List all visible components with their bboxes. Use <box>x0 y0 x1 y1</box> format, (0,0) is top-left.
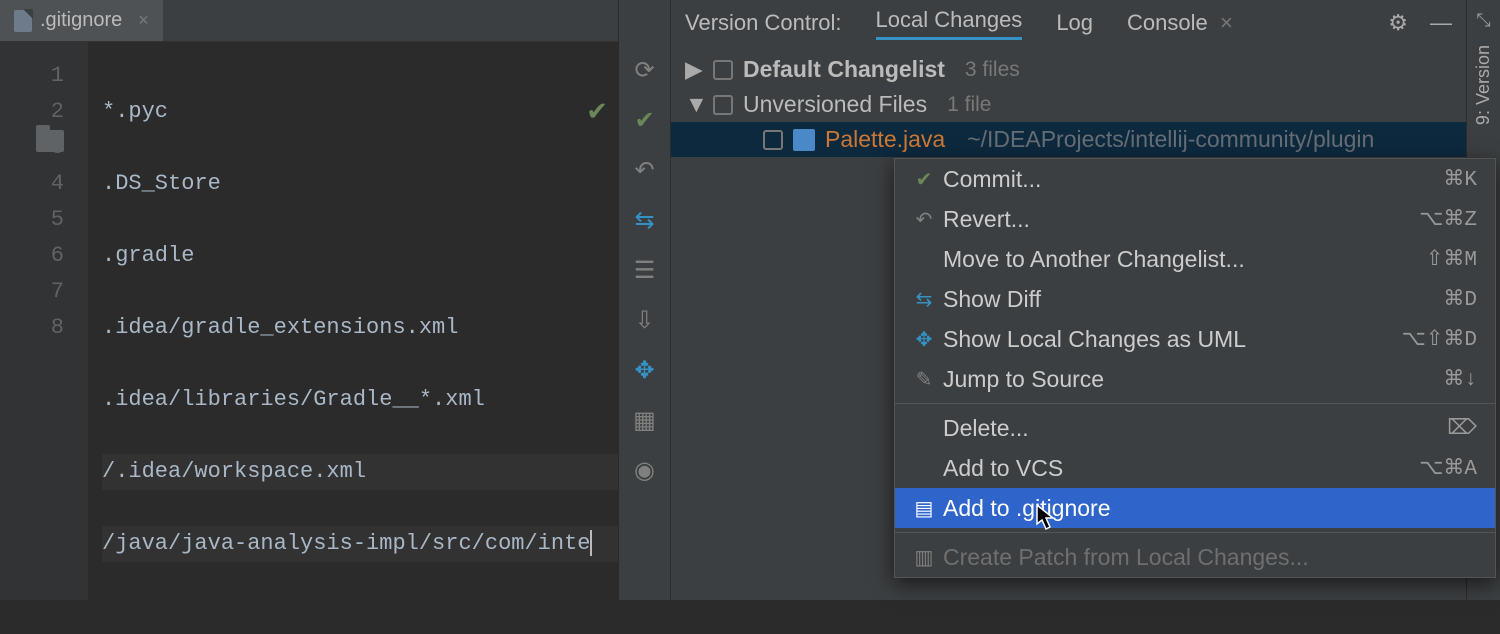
refresh-icon[interactable]: ⟳ <box>631 56 659 84</box>
shortcut: ⌥⌘Z <box>1419 206 1477 232</box>
tree-row-unversioned[interactable]: ▼ Unversioned Files 1 file <box>671 87 1466 122</box>
minimize-icon[interactable]: — <box>1430 10 1452 36</box>
menu-item-show-diff[interactable]: ⇆ Show Diff ⌘D <box>895 279 1495 319</box>
menu-item-commit[interactable]: ✔ Commit... ⌘K <box>895 159 1495 199</box>
changelist-count: 3 files <box>965 58 1020 82</box>
checkbox[interactable] <box>713 95 733 115</box>
menu-item-show-uml[interactable]: ✥ Show Local Changes as UML ⌥⇧⌘D <box>895 319 1495 359</box>
menu-item-revert[interactable]: ↶ Revert... ⌥⌘Z <box>895 199 1495 239</box>
shortcut: ⌥⇧⌘D <box>1402 326 1477 352</box>
editor-tab-filename: .gitignore <box>40 9 122 32</box>
expand-down-icon[interactable]: ▼ <box>685 91 703 118</box>
revert-icon: ↶ <box>909 207 939 232</box>
revert-icon[interactable]: ↶ <box>631 156 659 184</box>
expand-icon[interactable]: ▦ <box>631 406 659 434</box>
folder-icon <box>36 130 64 152</box>
diff-icon: ⇆ <box>909 287 939 312</box>
vc-title: Version Control: <box>685 10 842 36</box>
line-number: 7 <box>0 274 64 310</box>
tree-row-default-changelist[interactable]: ▶ Default Changelist 3 files <box>671 52 1466 87</box>
file-ignore-icon: ▤ <box>909 496 939 521</box>
editor-text[interactable]: *.pyc .DS_Store .gradle .idea/gradle_ext… <box>88 42 618 600</box>
changes-tree: ▶ Default Changelist 3 files ▼ Unversion… <box>671 46 1466 157</box>
menu-divider <box>895 532 1495 533</box>
shortcut: ⌘D <box>1443 286 1477 312</box>
file-ignore-icon <box>14 10 32 32</box>
menu-item-add-vcs[interactable]: Add to VCS ⌥⌘A <box>895 448 1495 488</box>
vc-toolbar: ⟳ ✔ ↶ ⇆ ☰ ⇩ ✥ ▦ ◉ <box>619 0 671 600</box>
shortcut: ⌘↓ <box>1443 366 1477 392</box>
preview-icon[interactable]: ◉ <box>631 456 659 484</box>
editor-tab-gitignore[interactable]: .gitignore × <box>0 0 163 41</box>
context-menu: ✔ Commit... ⌘K ↶ Revert... ⌥⌘Z Move to A… <box>894 158 1496 578</box>
menu-item-jump-source[interactable]: ✎ Jump to Source ⌘↓ <box>895 359 1495 399</box>
analysis-ok-icon: ✔ <box>586 96 608 127</box>
close-icon[interactable]: × <box>138 10 149 31</box>
checkbox[interactable] <box>713 60 733 80</box>
uml-icon: ✥ <box>909 327 939 352</box>
line-number: 4 <box>0 166 64 202</box>
patch-icon: ▥ <box>909 545 939 570</box>
line-number: 2 <box>0 94 64 130</box>
code-line: /java/java-analysis-impl/src/com/inte <box>102 526 618 562</box>
code-line: /.idea/workspace.xml <box>102 454 618 490</box>
line-number: 8 <box>0 310 64 346</box>
menu-item-move-changelist[interactable]: Move to Another Changelist... ⇧⌘M <box>895 239 1495 279</box>
checkbox[interactable] <box>763 130 783 150</box>
menu-item-delete[interactable]: Delete... ⌦ <box>895 408 1495 448</box>
tab-local-changes[interactable]: Local Changes <box>876 7 1023 40</box>
checkmark-icon: ✔ <box>909 167 939 192</box>
menu-divider <box>895 403 1495 404</box>
line-number: 6 <box>0 238 64 274</box>
code-line: *.pyc <box>102 94 618 130</box>
menu-item-create-patch: ▥ Create Patch from Local Changes... <box>895 537 1495 577</box>
gear-icon[interactable]: ⚙ <box>1388 10 1408 36</box>
changelist-icon[interactable]: ☰ <box>631 256 659 284</box>
tool-window-label-version[interactable]: 9: Version <box>1473 45 1494 125</box>
code-line: .idea/gradle_extensions.xml <box>102 310 618 346</box>
menu-item-add-gitignore[interactable]: ▤ Add to .gitignore <box>895 488 1495 528</box>
file-name: Palette.java <box>825 126 945 153</box>
editor-pane: 1 2 3 4 5 6 7 8 *.pyc .DS_Store .gradle … <box>0 42 618 600</box>
tab-log[interactable]: Log <box>1056 10 1093 36</box>
diff-icon[interactable]: ⇆ <box>631 206 659 234</box>
expand-right-icon[interactable]: ▶ <box>685 56 703 83</box>
code-line: .gradle <box>102 238 618 274</box>
line-number: 5 <box>0 202 64 238</box>
unversioned-count: 1 file <box>947 93 991 117</box>
text-caret <box>590 530 592 556</box>
tree-row-file[interactable]: Palette.java ~/IDEAProjects/intellij-com… <box>671 122 1466 157</box>
vc-tab-row: Version Control: Local Changes Log Conso… <box>671 0 1466 46</box>
file-path: ~/IDEAProjects/intellij-community/plugin <box>967 126 1374 153</box>
group-icon[interactable]: ✥ <box>631 356 659 384</box>
java-file-icon <box>793 129 815 151</box>
edit-icon: ✎ <box>909 367 939 392</box>
shortcut: ⌦ <box>1447 415 1477 441</box>
unversioned-label: Unversioned Files <box>743 91 927 118</box>
shortcut: ⌥⌘A <box>1419 455 1477 481</box>
editor-gutter: 1 2 3 4 5 6 7 8 <box>0 42 88 600</box>
shortcut: ⌘K <box>1443 166 1477 192</box>
shortcut: ⇧⌘M <box>1426 246 1477 272</box>
code-line: .idea/libraries/Gradle__*.xml <box>102 382 618 418</box>
tab-console[interactable]: Console × <box>1127 10 1233 36</box>
hide-panel-icon[interactable]: ⤡ <box>1476 10 1490 31</box>
code-line: .DS_Store <box>102 166 618 202</box>
close-icon[interactable]: × <box>1220 10 1233 35</box>
line-number: 1 <box>0 58 64 94</box>
shelve-icon[interactable]: ⇩ <box>631 306 659 334</box>
commit-icon[interactable]: ✔ <box>631 106 659 134</box>
changelist-label: Default Changelist <box>743 56 945 83</box>
mouse-cursor-icon <box>1036 504 1056 532</box>
